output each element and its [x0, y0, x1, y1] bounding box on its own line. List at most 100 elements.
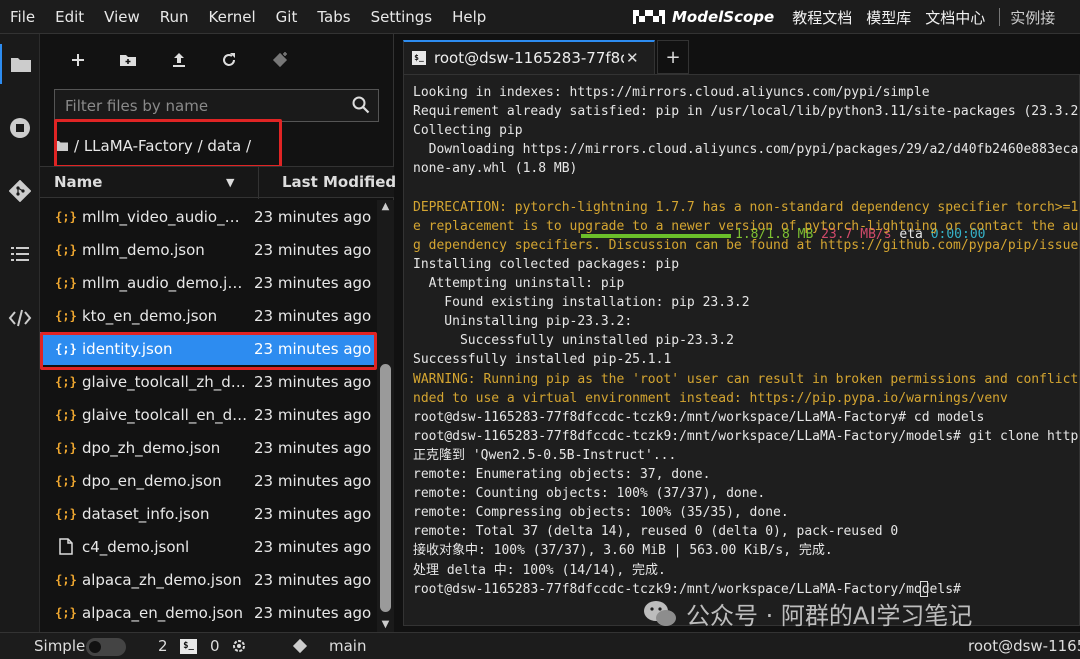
tab-terminal[interactable]: $_ root@dsw-1165283-77f8dfccdc-tczk9 ✕	[403, 40, 655, 74]
terminal-count[interactable]: 2	[158, 637, 168, 655]
scroll-down-icon[interactable]: ▼	[380, 620, 391, 630]
file-row[interactable]: c4_demo.jsonl 23 minutes ago	[40, 530, 376, 563]
file-row[interactable]: {;} mllm_video_audio_demo.json 23 minutes …	[40, 200, 376, 233]
breadcrumb-path[interactable]: / LLaMA-Factory / data /	[74, 137, 251, 155]
file-row[interactable]: {;} dataset_info.json 23 minutes ago	[40, 497, 376, 530]
column-last-modified[interactable]: Last Modified	[282, 173, 396, 191]
scroll-up-icon[interactable]: ▲	[380, 202, 391, 212]
file-row[interactable]: {;} glaive_toolcall_en_demo.json 23 minute…	[40, 398, 376, 431]
plus-icon	[72, 54, 84, 66]
terminal-line: remote: Compressing objects: 100% (35/35…	[413, 505, 789, 521]
json-icon: {;}	[55, 572, 77, 587]
link-tutorial-docs[interactable]: 教程文档	[792, 7, 852, 28]
kernel-count[interactable]: 0	[210, 637, 220, 655]
link-instance[interactable]: 实例接	[1010, 7, 1055, 28]
terminal-icon[interactable]: $_	[180, 639, 197, 654]
table-of-contents-tab[interactable]	[0, 234, 40, 274]
column-name[interactable]: Name	[54, 173, 102, 191]
sort-caret-icon[interactable]: ▼	[226, 176, 234, 189]
tab-terminal-label: root@dsw-1165283-77f8dfccdc-tczk9	[434, 49, 624, 67]
json-icon: {;}	[55, 341, 77, 356]
running-kernels-tab[interactable]	[0, 108, 40, 148]
refresh-button[interactable]	[217, 48, 241, 72]
top-links: ModelScope 教程文档 模型库 文档中心 实例接	[632, 0, 1055, 34]
file-row[interactable]: {;} dpo_en_demo.json 23 minutes ago	[40, 464, 376, 497]
close-icon[interactable]: ✕	[626, 49, 639, 67]
file-modified: 23 minutes ago	[254, 273, 372, 292]
code-icon	[8, 309, 32, 327]
file-row[interactable]: {;} dpo_zh_demo.json 23 minutes ago	[40, 431, 376, 464]
terminal-line: Attempting uninstall: pip	[413, 276, 625, 291]
file-row[interactable]: {;} alpaca_zh_demo.json 23 minutes ago	[40, 563, 376, 596]
column-divider[interactable]	[258, 167, 259, 199]
file-name: dpo_zh_demo.json	[82, 438, 221, 457]
status-bar: Simple 2 $_ 0 main root@dsw-1165283	[0, 632, 1080, 659]
file-name: dataset_info.json	[82, 504, 210, 523]
terminal-line: nded to use a virtual environment instea…	[413, 390, 1008, 406]
refresh-icon	[223, 53, 235, 66]
git-branch-name[interactable]: main	[329, 637, 366, 655]
menu-kernel[interactable]: Kernel	[199, 0, 266, 34]
terminal-line: root@dsw-1165283-77f8dfccdc-tczk9:/mnt/w…	[413, 428, 1080, 444]
file-row[interactable]: {;} mllm_demo.json 23 minutes ago	[40, 233, 376, 266]
json-icon: {;}	[55, 605, 77, 620]
terminal-line: WARNING: Running pip as the 'root' user …	[413, 371, 1080, 387]
terminal-line: Installing collected packages: pip	[413, 256, 680, 272]
menu-settings[interactable]: Settings	[361, 0, 443, 34]
menu-help[interactable]: Help	[442, 0, 496, 34]
filter-files-input[interactable]	[55, 90, 345, 121]
extensions-tab[interactable]	[0, 298, 40, 338]
json-icon: {;}	[55, 473, 77, 488]
file-name: identity.json	[82, 339, 173, 358]
file-row[interactable]: {;} kto_en_demo.json 23 minutes ago	[40, 299, 376, 332]
file-list-scrollbar[interactable]: ▲ ▼	[377, 200, 394, 632]
upload-button[interactable]	[167, 48, 191, 72]
terminal-line: remote: Enumerating objects: 37, done.	[413, 467, 711, 482]
menu-git[interactable]: Git	[266, 0, 308, 34]
menu-edit[interactable]: Edit	[45, 0, 94, 34]
watermark: 公众号 · 阿群的AI学习笔记	[642, 596, 972, 631]
file-modified: 23 minutes ago	[254, 504, 372, 523]
breadcrumb[interactable]: / LLaMA-Factory / data /	[54, 130, 251, 162]
new-launcher-button[interactable]	[66, 48, 90, 72]
simple-mode-toggle[interactable]	[86, 638, 126, 656]
file-modified: 23 minutes ago	[254, 471, 372, 490]
file-row[interactable]: {;} glaive_toolcall_zh_demo.json 23 minute…	[40, 365, 376, 398]
menu-tabs[interactable]: Tabs	[307, 0, 360, 34]
scroll-thumb[interactable]	[380, 364, 391, 612]
plus-icon: +	[665, 46, 681, 68]
gear-icon[interactable]	[231, 638, 247, 658]
json-icon: {;}	[55, 407, 77, 422]
file-modified: 23 minutes ago	[254, 240, 372, 259]
git-tab[interactable]	[0, 171, 40, 211]
terminal-line: Successfully installed pip-25.1.1	[413, 352, 672, 368]
json-icon: {;}	[55, 506, 77, 521]
link-doc-center[interactable]: 文档中心	[925, 7, 985, 28]
file-row[interactable]: {;} identity.json 23 minutes ago	[40, 332, 376, 365]
file-name: c4_demo.jsonl	[82, 537, 190, 556]
file-browser-tab[interactable]	[0, 44, 40, 84]
file-icon	[40, 538, 80, 555]
file-modified: 23 minutes ago	[254, 306, 372, 325]
terminal-line: remote: Total 37 (delta 14), reused 0 (d…	[413, 524, 899, 540]
file-row[interactable]: {;} mllm_audio_demo.json 23 minutes ago	[40, 266, 376, 299]
menu-run[interactable]: Run	[150, 0, 199, 34]
terminal-icon: $_	[412, 51, 426, 65]
modelscope-logo[interactable]: ModelScope	[632, 8, 774, 26]
json-icon: {;}	[55, 440, 77, 455]
menu-file[interactable]: File	[0, 0, 45, 34]
file-row[interactable]: {;} alpaca_en_demo.json 23 minutes ago	[40, 596, 376, 629]
file-name: dpo_en_demo.json	[82, 471, 222, 490]
git-clone-button[interactable]	[268, 48, 292, 72]
search-icon	[352, 96, 370, 118]
terminal-line: e replacement is to upgrade to a newer v…	[413, 218, 1080, 234]
upload-icon	[173, 53, 185, 67]
menu-view[interactable]: View	[94, 0, 150, 34]
link-model-library[interactable]: 模型库	[866, 7, 911, 28]
terminal-line: Uninstalling pip-23.3.2:	[413, 314, 633, 330]
folder-icon	[11, 58, 31, 72]
new-folder-button[interactable]	[116, 48, 140, 72]
activity-bar	[0, 34, 40, 632]
new-tab-button[interactable]: +	[657, 40, 689, 74]
terminal-output[interactable]: 1.8/1.8 MB 23.7 MB/s eta 0:00:00 Looking…	[403, 74, 1080, 626]
